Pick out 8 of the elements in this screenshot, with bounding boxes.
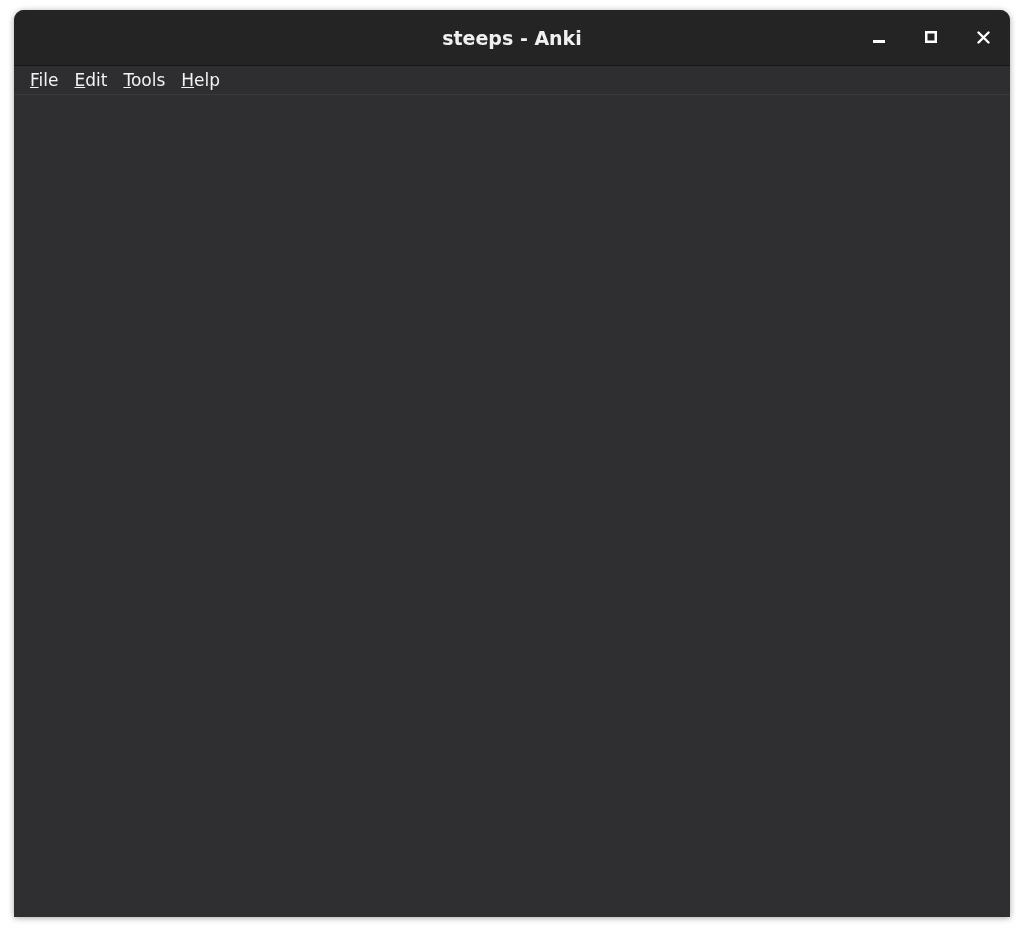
menu-item[interactable]: Edit	[68, 70, 114, 90]
menu-item[interactable]: Help	[175, 70, 227, 90]
close-icon	[976, 30, 990, 44]
menu-item[interactable]: File	[24, 70, 65, 90]
maximize-icon	[925, 31, 937, 43]
menu-item[interactable]: Tools	[117, 70, 172, 90]
window-title: steeps - Anki	[442, 26, 582, 49]
minimize-icon	[873, 40, 885, 43]
